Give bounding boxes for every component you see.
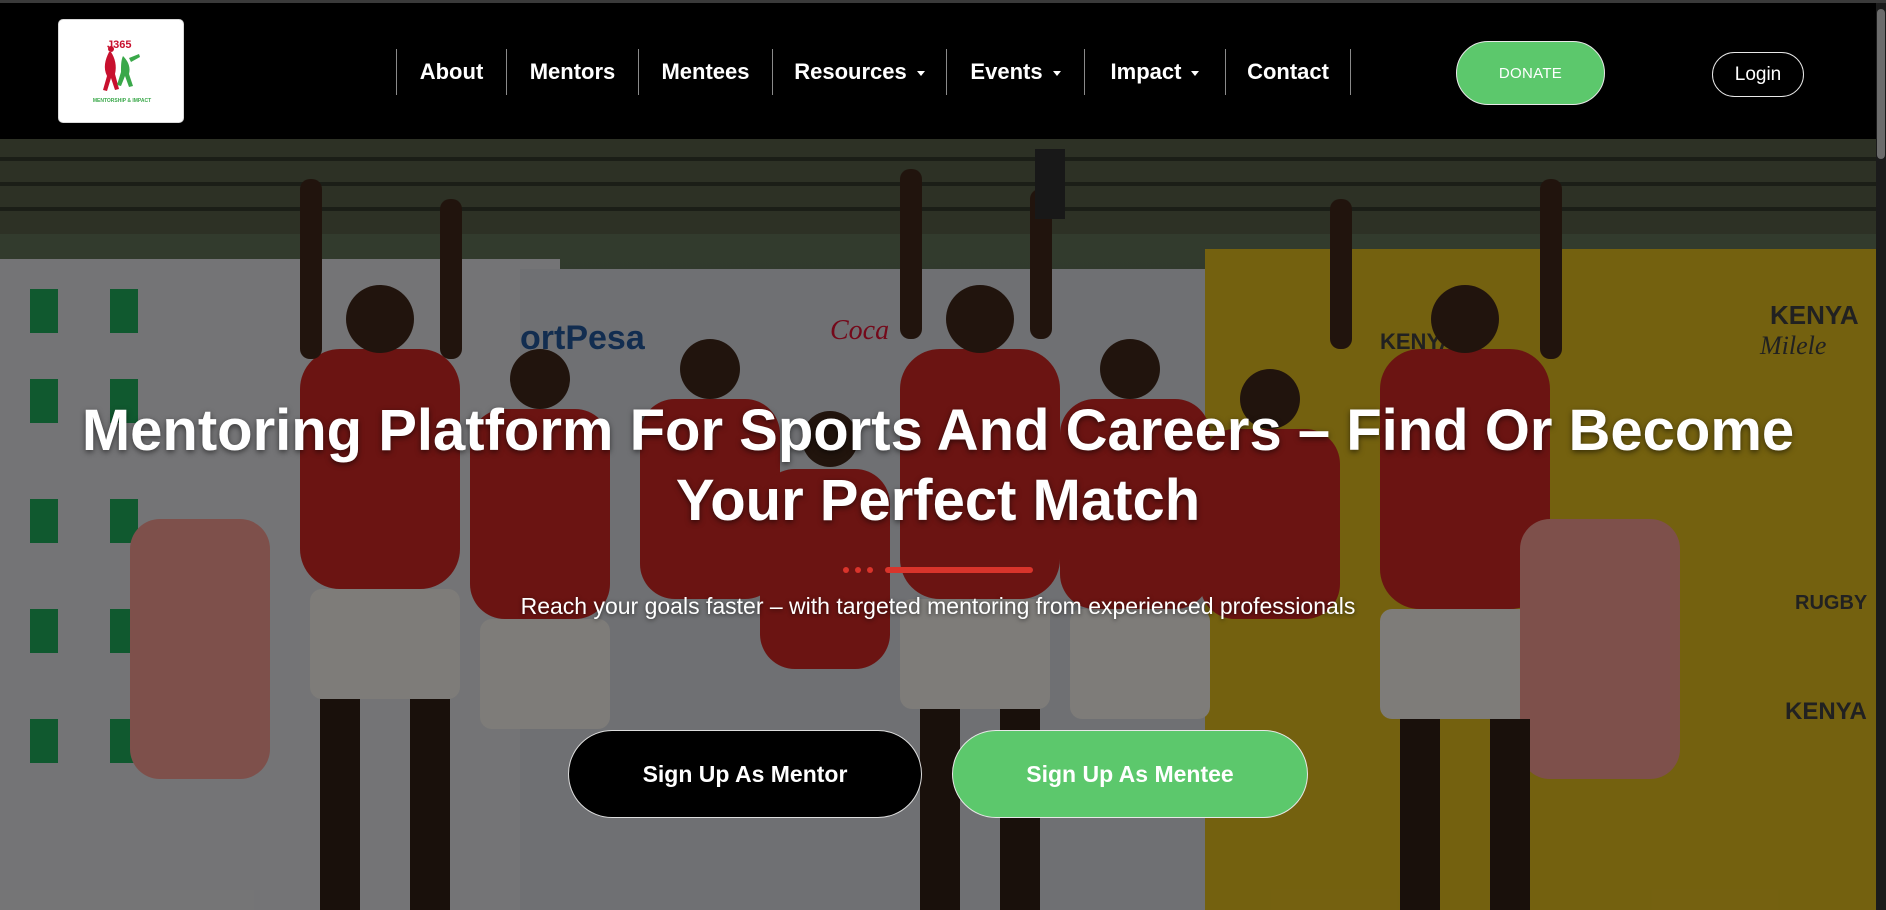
- hero-title: Mentoring Platform For Sports And Career…: [81, 398, 1795, 533]
- nav-item-label: About: [419, 59, 484, 84]
- divider-dot: [867, 567, 873, 573]
- title-divider: [843, 567, 1033, 573]
- nav-item-label: Events: [970, 59, 1043, 84]
- nav-item-mentees[interactable]: Mentees: [638, 49, 772, 95]
- nav-item-label: Mentors: [529, 59, 616, 84]
- chevron-down-icon: [1052, 70, 1061, 76]
- sign-up-mentee-button[interactable]: Sign Up As Mentee: [952, 730, 1308, 818]
- main-nav: About Mentors Mentees Resources Events I…: [396, 49, 1351, 95]
- nav-item-contact[interactable]: Contact: [1225, 49, 1351, 95]
- nav-item-events[interactable]: Events: [946, 49, 1084, 95]
- donate-button[interactable]: DONATE: [1456, 41, 1605, 105]
- logo-tagline: MENTORSHIP & IMPACT: [93, 98, 151, 104]
- scrollbar-thumb[interactable]: [1877, 9, 1885, 159]
- nav-item-impact[interactable]: Impact: [1084, 49, 1225, 95]
- divider-dot: [843, 567, 849, 573]
- divider-dot: [855, 567, 861, 573]
- scrollbar[interactable]: [1876, 3, 1886, 910]
- chevron-down-icon: [916, 70, 925, 76]
- nav-item-label: Mentees: [661, 59, 750, 84]
- nav-item-resources[interactable]: Resources: [772, 49, 946, 95]
- nav-item-about[interactable]: About: [396, 49, 506, 95]
- hero-section: ortPesa Coca KENYA Milele KENYA RUGBY KE…: [0, 139, 1876, 910]
- sign-up-mentor-button[interactable]: Sign Up As Mentor: [568, 730, 922, 818]
- site-header: J365 MENTORSHIP & IMPACT About Mentors M…: [0, 3, 1876, 139]
- logo-emblem-icon: J365 MENTORSHIP & IMPACT: [93, 39, 151, 104]
- login-button[interactable]: Login: [1712, 52, 1804, 97]
- nav-item-mentors[interactable]: Mentors: [506, 49, 638, 95]
- nav-item-label: Contact: [1247, 59, 1329, 84]
- chevron-down-icon: [1191, 70, 1200, 76]
- divider-bar: [885, 567, 1033, 573]
- site-logo[interactable]: J365 MENTORSHIP & IMPACT: [58, 19, 184, 123]
- hero-subtitle: Reach your goals faster – with targeted …: [520, 593, 1356, 619]
- nav-item-label: Resources: [794, 59, 907, 84]
- nav-item-label: Impact: [1110, 59, 1182, 84]
